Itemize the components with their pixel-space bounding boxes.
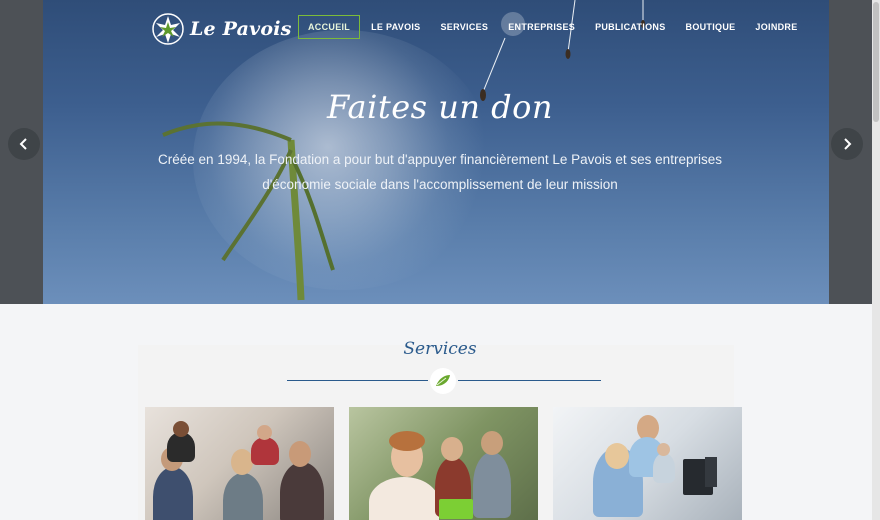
page-scrollbar[interactable] bbox=[872, 0, 880, 520]
chevron-left-icon bbox=[19, 138, 27, 150]
nav-item-joindre[interactable]: JOINDRE bbox=[745, 16, 807, 38]
chevron-right-icon bbox=[844, 138, 852, 150]
nav-item-accueil[interactable]: ACCUEIL bbox=[298, 15, 361, 39]
service-card-photo-students[interactable] bbox=[349, 407, 538, 520]
service-card-photo-office[interactable] bbox=[553, 407, 742, 520]
nav-item-entreprises[interactable]: ENTREPRISES bbox=[498, 16, 585, 38]
scrollbar-thumb[interactable] bbox=[873, 2, 879, 122]
hero-subtitle: Créée en 1994, la Fondation a pour but d… bbox=[140, 147, 740, 197]
hero-section: Le Pavois ACCUEIL LE PAVOIS SERVICES ENT… bbox=[0, 0, 880, 304]
logo-leaf-icon bbox=[152, 13, 184, 45]
divider-line-left bbox=[287, 380, 428, 381]
hero-title: Faites un don bbox=[327, 88, 553, 126]
divider-line-right bbox=[458, 380, 601, 381]
services-title: Services bbox=[403, 339, 477, 359]
divider-badge bbox=[430, 368, 456, 394]
carousel-prev-button[interactable] bbox=[8, 128, 40, 160]
nav-item-boutique[interactable]: BOUTIQUE bbox=[676, 16, 746, 38]
leaf-icon bbox=[436, 375, 450, 386]
nav-item-le-pavois[interactable]: LE PAVOIS bbox=[361, 16, 430, 38]
nav-item-services[interactable]: SERVICES bbox=[430, 16, 498, 38]
hero-subtitle-line-1: Créée en 1994, la Fondation a pour but d… bbox=[158, 152, 722, 167]
site-logo[interactable]: Le Pavois bbox=[150, 12, 292, 46]
service-card-photo-team[interactable] bbox=[145, 407, 334, 520]
logo-text: Le Pavois bbox=[190, 18, 292, 40]
hero-subtitle-line-2: d'économie sociale dans l'accomplissemen… bbox=[262, 177, 618, 192]
carousel-next-button[interactable] bbox=[831, 128, 863, 160]
main-nav: ACCUEIL LE PAVOIS SERVICES ENTREPRISES P… bbox=[298, 15, 808, 39]
nav-item-publications[interactable]: PUBLICATIONS bbox=[585, 16, 675, 38]
